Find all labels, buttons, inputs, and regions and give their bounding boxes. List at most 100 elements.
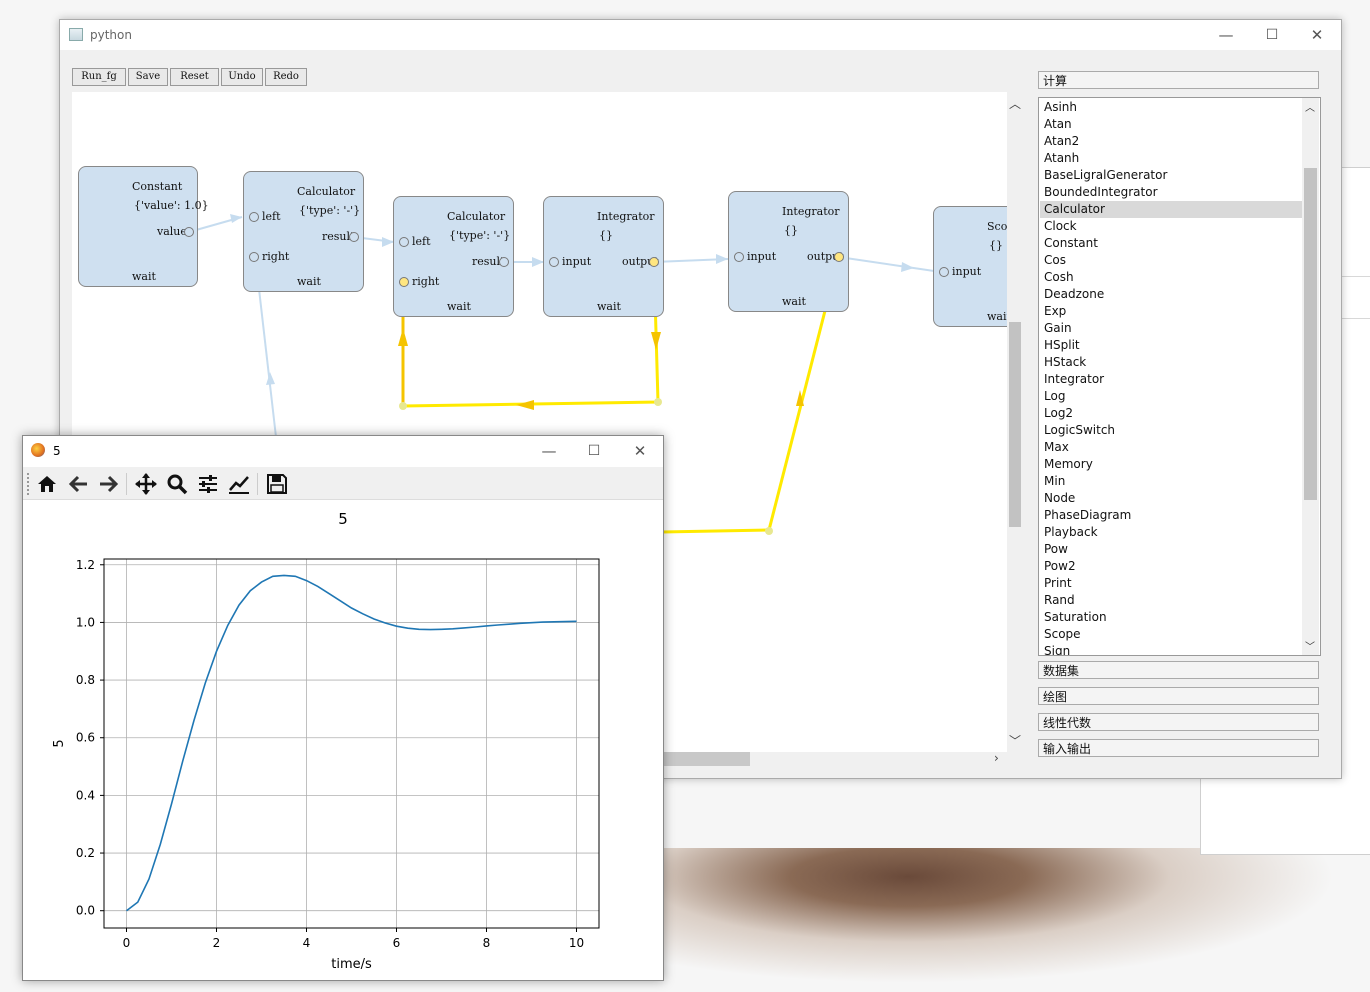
node-calculator[interactable]: Calculator {'type': '-'} left result rig…	[243, 171, 364, 292]
scrollbar-thumb[interactable]	[1304, 168, 1317, 500]
reset-button[interactable]: Reset	[170, 68, 219, 86]
list-item[interactable]: Clock	[1040, 218, 1305, 235]
list-item[interactable]: Sign	[1040, 643, 1305, 655]
list-item[interactable]: Calculator	[1040, 201, 1305, 218]
back-arrow-icon[interactable]	[67, 473, 89, 495]
list-item[interactable]: Cos	[1040, 252, 1305, 269]
save-icon[interactable]	[266, 473, 288, 495]
input-port[interactable]	[734, 252, 744, 262]
list-item[interactable]: PhaseDiagram	[1040, 507, 1305, 524]
scroll-up-icon[interactable]: ︿	[1305, 99, 1315, 114]
port-label: right	[262, 250, 290, 263]
window-title: python	[90, 28, 132, 42]
output-port[interactable]	[834, 252, 844, 262]
list-item[interactable]: Integrator	[1040, 371, 1305, 388]
list-item[interactable]: Constant	[1040, 235, 1305, 252]
x-tick-label: 6	[393, 936, 401, 950]
toolbar-separator	[126, 473, 127, 495]
list-item[interactable]: Log2	[1040, 405, 1305, 422]
list-item[interactable]: Exp	[1040, 303, 1305, 320]
panel-section-compute[interactable]: 计算	[1038, 71, 1319, 89]
panel-section-dataset[interactable]: 数据集	[1038, 661, 1319, 679]
node-integrator[interactable]: Integrator {} input output wait	[543, 196, 664, 317]
output-port[interactable]	[349, 232, 359, 242]
list-item[interactable]: HStack	[1040, 354, 1305, 371]
panel-section-plotting[interactable]: 绘图	[1038, 687, 1319, 705]
input-port[interactable]	[399, 277, 409, 287]
toolbar-grip	[27, 473, 31, 495]
scrollbar-thumb[interactable]	[1009, 322, 1021, 527]
panel-section-io[interactable]: 输入输出	[1038, 739, 1319, 757]
list-item[interactable]: LogicSwitch	[1040, 422, 1305, 439]
list-item[interactable]: Playback	[1040, 524, 1305, 541]
scroll-up-icon[interactable]: ︿	[1009, 95, 1021, 112]
panel-section-linear-algebra[interactable]: 线性代数	[1038, 713, 1319, 731]
list-item[interactable]: Atanh	[1040, 150, 1305, 167]
list-item[interactable]: Deadzone	[1040, 286, 1305, 303]
list-item[interactable]: Log	[1040, 388, 1305, 405]
list-item[interactable]: Node	[1040, 490, 1305, 507]
list-item[interactable]: Memory	[1040, 456, 1305, 473]
input-port[interactable]	[249, 212, 259, 222]
port-label: left	[412, 235, 431, 248]
canvas-vertical-scrollbar[interactable]	[1007, 92, 1023, 752]
node-calculator[interactable]: Calculator {'type': '-'} left result rig…	[393, 196, 514, 317]
plot-window: 5 — ☐ ✕ 5 0 2 4 6 8 10 0.0 0.2 0.4 0.6 0…	[22, 435, 664, 981]
save-button[interactable]: Save	[128, 68, 168, 86]
list-item[interactable]: Max	[1040, 439, 1305, 456]
output-port[interactable]	[499, 257, 509, 267]
list-item[interactable]: HSplit	[1040, 337, 1305, 354]
joint-dot	[399, 402, 407, 410]
node-constant[interactable]: Constant {'value': 1.0} value wait	[78, 166, 209, 287]
redo-button[interactable]: Redo	[265, 68, 307, 86]
minimize-button[interactable]: —	[1204, 24, 1248, 46]
scroll-right-icon[interactable]: ›	[994, 751, 999, 765]
x-axis-label: time/s	[331, 957, 372, 972]
minimize-button[interactable]: —	[527, 440, 571, 462]
y-tick-label: 0.8	[76, 673, 95, 687]
list-item[interactable]: BaseLigralGenerator	[1040, 167, 1305, 184]
canvas-horizontal-scrollbar-thumb[interactable]	[660, 752, 750, 766]
home-icon[interactable]	[36, 473, 58, 495]
input-port[interactable]	[249, 252, 259, 262]
x-tick-label: 10	[569, 936, 584, 950]
list-item[interactable]: Atan	[1040, 116, 1305, 133]
input-port[interactable]	[399, 237, 409, 247]
list-item[interactable]: Rand	[1040, 592, 1305, 609]
scroll-down-icon[interactable]: ﹀	[1305, 638, 1315, 653]
run-button[interactable]: Run_fg	[72, 68, 126, 86]
input-port[interactable]	[939, 267, 949, 277]
list-item[interactable]: Atan2	[1040, 133, 1305, 150]
node-status: wait	[297, 275, 321, 288]
list-item[interactable]: Gain	[1040, 320, 1305, 337]
output-port[interactable]	[184, 227, 194, 237]
maximize-button[interactable]: ☐	[1250, 24, 1294, 46]
list-item[interactable]: Pow2	[1040, 558, 1305, 575]
list-item[interactable]: Print	[1040, 575, 1305, 592]
node-params: {'type': '-'}	[449, 229, 511, 242]
edit-axis-icon[interactable]	[228, 473, 250, 495]
node-status: wait	[782, 295, 806, 308]
forward-arrow-icon[interactable]	[98, 473, 120, 495]
list-item[interactable]: Asinh	[1040, 99, 1305, 116]
close-button[interactable]: ✕	[618, 440, 662, 462]
close-button[interactable]: ✕	[1295, 24, 1339, 46]
maximize-button[interactable]: ☐	[572, 440, 616, 462]
node-type-list[interactable]: Asinh Atan Atan2 Atanh BaseLigralGenerator Bo…	[1038, 97, 1321, 656]
list-item[interactable]: Pow	[1040, 541, 1305, 558]
output-port[interactable]	[649, 257, 659, 267]
list-item[interactable]: Saturation	[1040, 609, 1305, 626]
undo-button[interactable]: Undo	[221, 68, 263, 86]
list-item[interactable]: Min	[1040, 473, 1305, 490]
input-port[interactable]	[549, 257, 559, 267]
node-scope[interactable]: Scope {} input wait	[933, 206, 1007, 327]
list-item[interactable]: Scope	[1040, 626, 1305, 643]
list-item[interactable]: Cosh	[1040, 269, 1305, 286]
scroll-down-icon[interactable]: ﹀	[1009, 732, 1021, 749]
node-integrator[interactable]: Integrator {} input output wait	[728, 191, 849, 312]
pan-icon[interactable]	[135, 473, 157, 495]
list-scrollbar[interactable]: ︿ ﹀	[1302, 98, 1319, 655]
zoom-icon[interactable]	[166, 473, 188, 495]
configure-subplots-icon[interactable]	[197, 473, 219, 495]
list-item[interactable]: BoundedIntegrator	[1040, 184, 1305, 201]
